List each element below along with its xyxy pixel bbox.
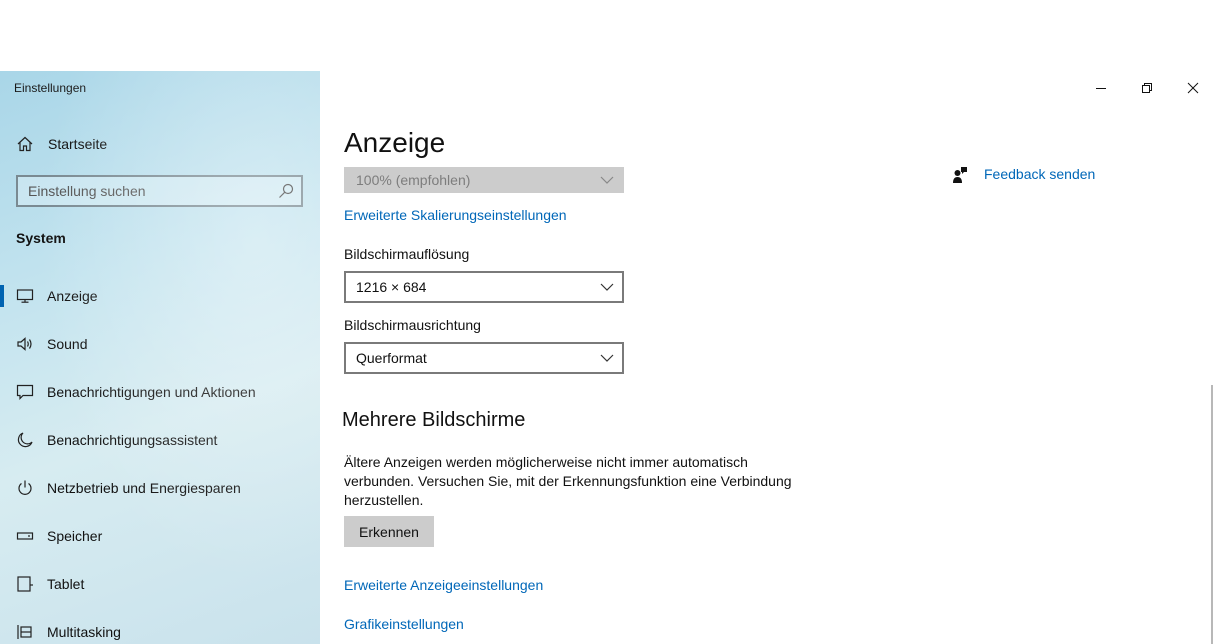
sidebar-item-label: Netzbetrieb und Energiesparen bbox=[47, 480, 241, 496]
sidebar-item-speicher[interactable]: Speicher bbox=[0, 516, 320, 556]
multi-display-text: Ältere Anzeigen werden möglicherweise ni… bbox=[344, 454, 792, 508]
sidebar-item-home[interactable]: Startseite bbox=[0, 129, 320, 159]
multitasking-icon bbox=[17, 625, 32, 639]
home-icon bbox=[17, 136, 33, 152]
main-content: Anzeige 100% (empfohlen) Erweiterte Skal… bbox=[320, 71, 1216, 644]
storage-icon bbox=[16, 532, 34, 540]
monitor-icon bbox=[16, 289, 34, 303]
page-title: Anzeige bbox=[344, 127, 446, 158]
power-icon bbox=[18, 480, 32, 495]
resolution-label: Bildschirmauflösung bbox=[344, 246, 470, 262]
scale-value: 100% (empfohlen) bbox=[356, 172, 471, 188]
search-input[interactable] bbox=[18, 177, 268, 205]
orientation-dropdown[interactable]: Querformat bbox=[344, 342, 624, 374]
graphics-settings-link[interactable]: Grafikeinstellungen bbox=[344, 616, 464, 632]
sidebar-item-label: Speicher bbox=[47, 528, 103, 544]
feedback-icon bbox=[953, 167, 967, 183]
search-icon[interactable] bbox=[278, 183, 294, 199]
sidebar-item-label: Sound bbox=[47, 336, 88, 352]
scale-dropdown: 100% (empfohlen) bbox=[344, 167, 624, 193]
sidebar-item-tablet[interactable]: Tablet bbox=[0, 564, 320, 604]
search-field[interactable] bbox=[16, 175, 303, 207]
sidebar-item-label: Anzeige bbox=[47, 288, 98, 304]
orientation-label: Bildschirmausrichtung bbox=[344, 317, 481, 333]
chevron-down-icon bbox=[600, 283, 614, 291]
sidebar-item-multitasking[interactable]: Multitasking bbox=[0, 612, 320, 644]
detect-button[interactable]: Erkennen bbox=[344, 516, 434, 547]
resolution-dropdown[interactable]: 1216 × 684 bbox=[344, 271, 624, 303]
sidebar-item-benachrichtigungsassistent[interactable]: Benachrichtigungsassistent bbox=[0, 420, 320, 460]
section-label-system: System bbox=[16, 230, 66, 246]
sidebar-item-label: Benachrichtigungen und Aktionen bbox=[47, 384, 256, 400]
orientation-value: Querformat bbox=[356, 350, 427, 366]
sidebar-item-label: Tablet bbox=[47, 576, 85, 592]
sidebar: Einstellungen Startseite System Anzeige … bbox=[0, 71, 320, 644]
sidebar-item-label: Startseite bbox=[48, 136, 108, 152]
multi-display-heading: Mehrere Bildschirme bbox=[342, 409, 526, 431]
chevron-down-icon bbox=[600, 354, 614, 362]
advanced-scaling-link[interactable]: Erweiterte Skalierungseinstellungen bbox=[344, 207, 567, 223]
sidebar-item-anzeige[interactable]: Anzeige bbox=[0, 276, 320, 316]
active-indicator bbox=[0, 285, 4, 307]
sidebar-item-sound[interactable]: Sound bbox=[0, 324, 320, 364]
scrollbar[interactable] bbox=[1211, 385, 1213, 644]
moon-icon bbox=[17, 432, 33, 448]
notification-icon bbox=[16, 384, 34, 400]
speaker-icon bbox=[17, 337, 32, 351]
feedback-label: Feedback senden bbox=[984, 166, 1096, 182]
sidebar-item-benachrichtigungen[interactable]: Benachrichtigungen und Aktionen bbox=[0, 372, 320, 412]
resolution-value: 1216 × 684 bbox=[356, 279, 427, 295]
sidebar-item-label: Benachrichtigungsassistent bbox=[47, 432, 218, 448]
tablet-icon bbox=[17, 576, 33, 592]
chevron-down-icon bbox=[600, 176, 614, 184]
app-title: Einstellungen bbox=[14, 81, 87, 95]
sidebar-item-label: Multitasking bbox=[47, 624, 121, 640]
sidebar-item-netzbetrieb[interactable]: Netzbetrieb und Energiesparen bbox=[0, 468, 320, 508]
advanced-display-link[interactable]: Erweiterte Anzeigeeinstellungen bbox=[344, 577, 543, 593]
